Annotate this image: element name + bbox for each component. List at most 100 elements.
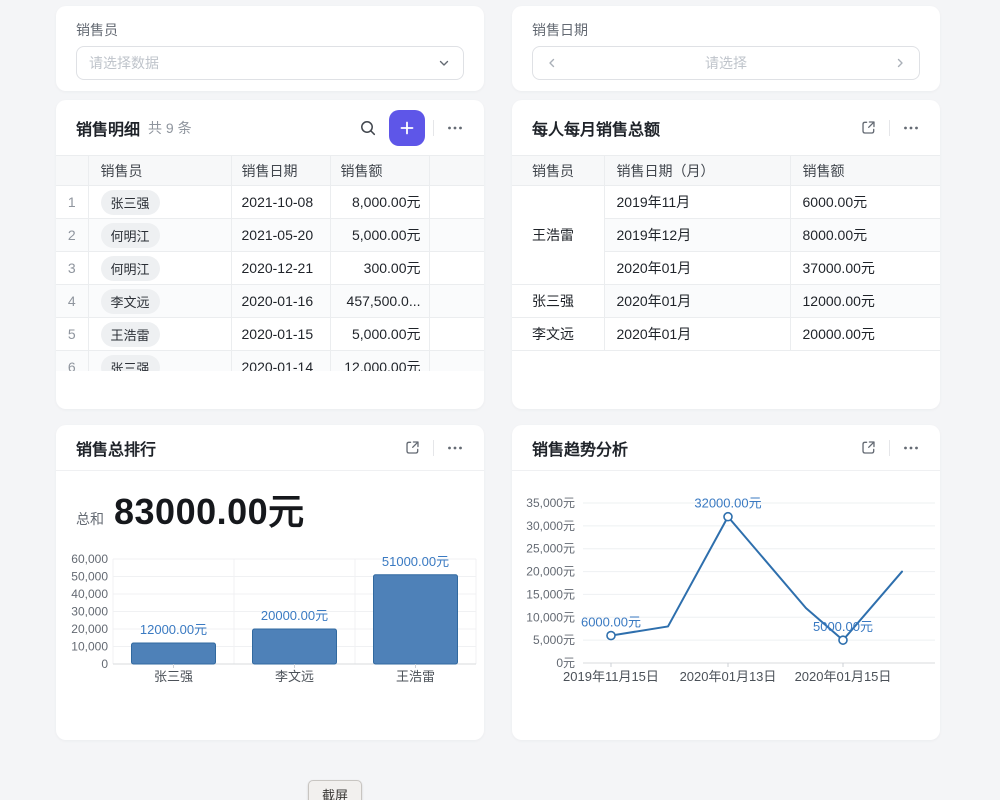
table-row[interactable]: 2何明江2021-05-205,000.00元 [56, 219, 484, 252]
svg-text:20,000: 20,000 [71, 622, 108, 636]
cell-amount[interactable]: 300.00元 [330, 252, 429, 285]
salesperson-tag: 张三强 [101, 190, 160, 215]
bar-chart-svg: 010,00020,00030,00040,00050,00060,000120… [56, 425, 484, 740]
svg-text:5,000元: 5,000元 [533, 633, 575, 647]
sales-detail-title: 销售明细 [76, 116, 140, 140]
cell-date[interactable]: 2021-05-20 [231, 219, 330, 252]
svg-text:30,000: 30,000 [71, 605, 108, 619]
cell-month[interactable]: 2020年01月 [604, 285, 790, 318]
search-icon [359, 119, 377, 137]
monthly-summary-card: 每人每月销售总额 销售员 [512, 100, 940, 409]
cell-amount[interactable]: 5,000.00元 [330, 219, 429, 252]
salesperson-select[interactable]: 请选择数据 [76, 46, 464, 80]
cell-amount[interactable]: 5,000.00元 [330, 318, 429, 351]
row-index: 4 [56, 285, 88, 318]
add-record-button[interactable] [389, 110, 425, 146]
svg-text:2020年01月13日: 2020年01月13日 [680, 669, 777, 684]
table-header-row: 销售员 销售日期（月） 销售额 [512, 156, 940, 186]
cell-amount[interactable]: 8,000.00元 [330, 186, 429, 219]
table-row[interactable]: 6张三强2020-01-1412,000.00元 [56, 351, 484, 372]
salesperson-filter-label: 销售员 [76, 20, 118, 40]
svg-text:51000.00元: 51000.00元 [382, 554, 449, 569]
col-date: 销售日期 [231, 156, 330, 186]
salesperson-select-placeholder: 请选择数据 [89, 53, 437, 73]
svg-text:0元: 0元 [556, 656, 575, 670]
svg-text:35,000元: 35,000元 [526, 496, 575, 510]
cell-empty [429, 252, 484, 285]
cell-salesperson[interactable]: 张三强 [88, 351, 231, 372]
search-button[interactable] [355, 115, 381, 141]
cell-month[interactable]: 2020年01月 [604, 252, 790, 285]
col-salesperson: 销售员 [512, 156, 604, 186]
cell-amount[interactable]: 6000.00元 [790, 186, 940, 219]
more-icon [446, 119, 464, 137]
table-row[interactable]: 李文远2020年01月20000.00元 [512, 318, 940, 351]
table-row[interactable]: 王浩雷2019年11月6000.00元 [512, 186, 940, 219]
more-button[interactable] [898, 115, 924, 141]
cell-date[interactable]: 2020-01-16 [231, 285, 330, 318]
cell-salesperson[interactable]: 张三强 [88, 186, 231, 219]
sales-detail-tbody: 1张三强2021-10-088,000.00元2何明江2021-05-205,0… [56, 186, 484, 372]
cell-amount[interactable]: 457,500.0... [330, 285, 429, 318]
cell-salesperson[interactable]: 何明江 [88, 219, 231, 252]
chevron-right-icon[interactable] [893, 56, 907, 70]
svg-text:32000.00元: 32000.00元 [694, 496, 761, 511]
more-button[interactable] [442, 115, 468, 141]
plus-icon [399, 120, 415, 136]
svg-text:30,000元: 30,000元 [526, 519, 575, 533]
svg-text:2019年11月15日: 2019年11月15日 [563, 669, 659, 684]
monthly-summary-title: 每人每月销售总额 [532, 116, 660, 140]
cell-month[interactable]: 2019年12月 [604, 219, 790, 252]
row-index: 5 [56, 318, 88, 351]
expand-icon [860, 119, 877, 136]
table-row[interactable]: 4李文远2020-01-16457,500.0... [56, 285, 484, 318]
cell-amount[interactable]: 20000.00元 [790, 318, 940, 351]
cell-date[interactable]: 2020-01-15 [231, 318, 330, 351]
col-amount: 销售额 [330, 156, 429, 186]
svg-text:15,000元: 15,000元 [526, 587, 575, 601]
cell-amount[interactable]: 12,000.00元 [330, 351, 429, 372]
cell-date[interactable]: 2020-12-21 [231, 252, 330, 285]
svg-text:10,000元: 10,000元 [526, 610, 575, 624]
col-salesperson: 销售员 [88, 156, 231, 186]
cell-empty [429, 186, 484, 219]
cell-salesperson[interactable]: 李文远 [88, 285, 231, 318]
screenshot-button[interactable]: 截屏 [308, 780, 362, 800]
cell-salesperson[interactable]: 王浩雷 [512, 186, 604, 285]
line-chart-svg: 0元5,000元10,000元15,000元20,000元25,000元30,0… [512, 425, 940, 740]
cell-salesperson[interactable]: 李文远 [512, 318, 604, 351]
sales-detail-table: 销售员 销售日期 销售额 1张三强2021-10-088,000.00元2何明江… [56, 155, 484, 371]
col-month: 销售日期（月） [604, 156, 790, 186]
col-empty [429, 156, 484, 186]
sales-date-picker[interactable]: 请选择 [532, 46, 920, 80]
cell-amount[interactable]: 8000.00元 [790, 219, 940, 252]
cell-amount[interactable]: 12000.00元 [790, 285, 940, 318]
sales-detail-count: 共 9 条 [148, 118, 192, 138]
cell-salesperson[interactable]: 王浩雷 [88, 318, 231, 351]
svg-text:50,000: 50,000 [71, 570, 108, 584]
chevron-left-icon[interactable] [545, 56, 559, 70]
table-row[interactable]: 5王浩雷2020-01-155,000.00元 [56, 318, 484, 351]
salesperson-tag: 张三强 [101, 355, 160, 372]
expand-button[interactable] [855, 115, 881, 141]
more-icon [902, 119, 920, 137]
table-header-row: 销售员 销售日期 销售额 [56, 156, 484, 186]
table-row[interactable]: 3何明江2020-12-21300.00元 [56, 252, 484, 285]
svg-text:2020年01月15日: 2020年01月15日 [795, 669, 892, 684]
cell-date[interactable]: 2021-10-08 [231, 186, 330, 219]
table-row[interactable]: 张三强2020年01月12000.00元 [512, 285, 940, 318]
svg-text:20,000元: 20,000元 [526, 565, 575, 579]
col-index [56, 156, 88, 186]
cell-amount[interactable]: 37000.00元 [790, 252, 940, 285]
cell-salesperson[interactable]: 张三强 [512, 285, 604, 318]
table-row[interactable]: 1张三强2021-10-088,000.00元 [56, 186, 484, 219]
svg-text:6000.00元: 6000.00元 [581, 615, 641, 630]
row-index: 2 [56, 219, 88, 252]
cell-salesperson[interactable]: 何明江 [88, 252, 231, 285]
chevron-down-icon [437, 56, 451, 70]
cell-date[interactable]: 2020-01-14 [231, 351, 330, 372]
monthly-summary-table: 销售员 销售日期（月） 销售额 王浩雷2019年11月6000.00元2019年… [512, 155, 940, 351]
cell-month[interactable]: 2020年01月 [604, 318, 790, 351]
cell-month[interactable]: 2019年11月 [604, 186, 790, 219]
sales-detail-card: 销售明细 共 9 条 [56, 100, 484, 409]
